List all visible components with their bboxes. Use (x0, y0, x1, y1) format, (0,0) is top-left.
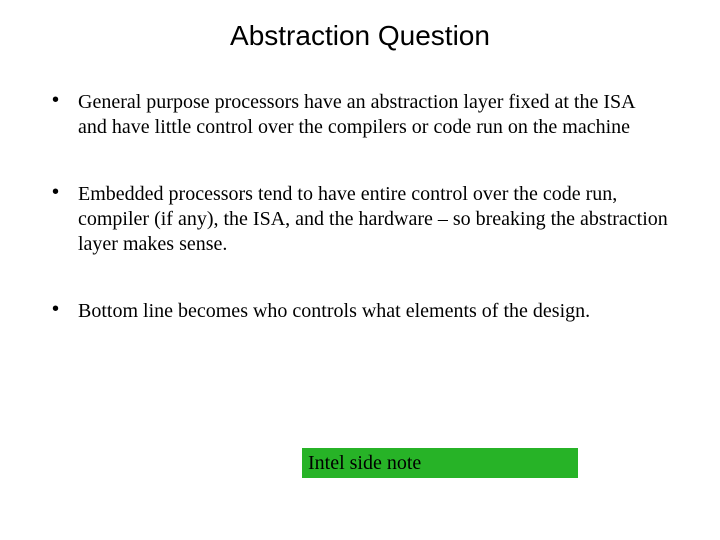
bullet-item: Bottom line becomes who controls what el… (48, 299, 668, 324)
side-note: Intel side note (302, 448, 578, 478)
slide-title: Abstraction Question (0, 20, 720, 52)
slide: Abstraction Question General purpose pro… (0, 0, 720, 540)
bullet-item: Embedded processors tend to have entire … (48, 182, 668, 257)
bullet-item: General purpose processors have an abstr… (48, 90, 668, 140)
bullet-list: General purpose processors have an abstr… (48, 90, 668, 366)
